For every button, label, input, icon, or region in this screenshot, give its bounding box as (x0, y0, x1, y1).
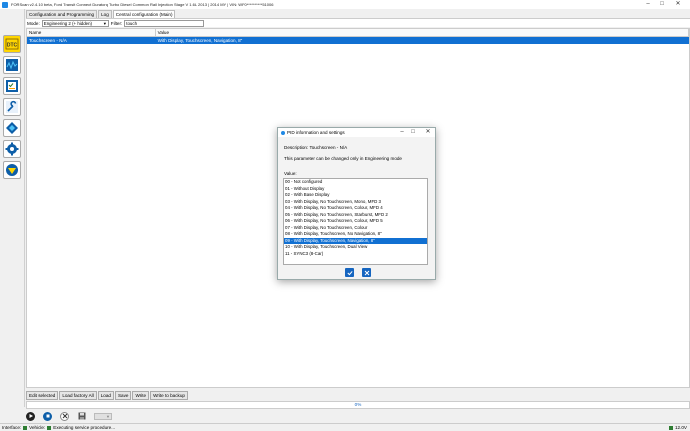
dtc-icon: DTC (5, 38, 19, 50)
filter-label: Filter: (110, 20, 123, 26)
write-button[interactable]: Write (132, 391, 150, 400)
module-icon (6, 122, 18, 134)
play-button[interactable] (26, 411, 35, 421)
load-button[interactable]: Load (97, 391, 114, 400)
save-log-button[interactable] (77, 412, 86, 421)
oscilloscope-button[interactable] (3, 56, 21, 74)
wrench-icon (6, 100, 18, 113)
dialog-maximize-icon[interactable]: □ (407, 128, 419, 137)
chevron-down-icon: ▼ (102, 20, 107, 26)
window-title: FORScan v2.4.10 beta, Ford Transit Conne… (11, 2, 274, 7)
chevron-down-icon: ▼ (106, 413, 110, 419)
dialog-close-icon[interactable]: ✕ (422, 128, 434, 137)
settings-button[interactable] (3, 140, 21, 158)
app-icon (2, 1, 8, 8)
filter-input[interactable]: touch (124, 19, 205, 27)
edit-selected-button[interactable]: Edit selected (26, 391, 59, 400)
mode-label: Mode: (27, 20, 40, 26)
pid-settings-dialog: PID information and settings – □ ✕ Descr… (277, 127, 436, 280)
oscilloscope-icon (6, 59, 18, 71)
play-icon (29, 414, 33, 418)
tab-bar: Configuration and Programming Log Centra… (26, 10, 176, 18)
close-icon (62, 413, 67, 419)
load-factory-all-button[interactable]: Load factory All (59, 391, 97, 400)
stop-button[interactable] (43, 411, 52, 421)
ok-button[interactable] (345, 268, 354, 277)
dialog-note: This parameter can be changed only in En… (284, 156, 402, 161)
service-button[interactable] (3, 98, 21, 116)
battery-voltage: 12.0V (674, 425, 687, 430)
gear-icon (5, 142, 19, 156)
save-icon (78, 412, 85, 420)
ford-logo-icon (6, 164, 18, 176)
value-listbox[interactable]: 00 - Not configured 01 - Without Display 0… (283, 178, 428, 265)
config-toolbar: Mode: Engineering 2 (+ hidden) ▼ Filter:… (26, 18, 690, 27)
stop-icon (46, 414, 49, 418)
checklist-button[interactable] (3, 77, 21, 95)
checklist-icon (6, 80, 18, 92)
vehicle-label: Vehicle: (29, 425, 46, 430)
column-header-value[interactable]: Value (156, 29, 689, 36)
action-bar: Edit selected Load factory All Load Save… (26, 391, 189, 400)
sidebar: DTC (0, 9, 25, 407)
mode-select-value: Engineering 2 (+ hidden) (43, 20, 92, 26)
dtc-button[interactable]: DTC (3, 35, 21, 53)
cancel-button[interactable] (362, 268, 371, 277)
about-button[interactable] (3, 161, 21, 179)
cancel-icon (364, 270, 369, 275)
tab-configuration-and-programming[interactable]: Configuration and Programming (26, 10, 98, 18)
status-text: Executing service procedure... (53, 425, 116, 430)
vehicle-status-led (47, 425, 52, 430)
row-name-cell: Touchscreen - N/A (29, 38, 67, 43)
check-icon (346, 270, 353, 275)
minimize-icon[interactable]: – (642, 0, 654, 9)
value-label: Value: (284, 171, 297, 176)
dialog-title: PID information and settings (287, 130, 345, 135)
window-titlebar: FORScan v2.4.10 beta, Ford Transit Conne… (0, 0, 690, 9)
close-window-icon[interactable]: ✕ (672, 0, 684, 9)
disconnect-button[interactable] (60, 411, 69, 421)
step-select[interactable]: ▼ (94, 412, 112, 420)
maximize-icon[interactable]: □ (656, 0, 668, 9)
save-button[interactable]: Save (114, 391, 132, 400)
dialog-description: Description: Touchscreen - N/A (284, 145, 348, 150)
interface-status-led (23, 425, 28, 430)
status-bar: Interface: Vehicle: Executing service pr… (0, 423, 690, 431)
module-config-button[interactable] (3, 119, 21, 137)
tab-central-configuration[interactable]: Central configuration (Main) (112, 10, 176, 18)
table-header: Name Value (27, 29, 689, 37)
progress-bar: 0% (26, 401, 690, 409)
column-header-name[interactable]: Name (27, 29, 156, 36)
dialog-app-icon (281, 130, 285, 135)
svg-text:DTC: DTC (7, 43, 18, 49)
interface-label: Interface: (2, 425, 22, 430)
write-to-backup-button[interactable]: Write to backup (150, 391, 188, 400)
list-option[interactable]: 11 - SYNC3 (8-Car) (284, 251, 427, 258)
row-value-cell: With Display, Touchscreen, Navigation, 8… (157, 38, 243, 43)
mode-select[interactable]: Engineering 2 (+ hidden) ▼ (41, 19, 109, 27)
table-row[interactable]: Touchscreen - N/A With Display, Touchscr… (27, 37, 689, 44)
battery-status-led (668, 425, 673, 430)
bottom-controls: ▼ (26, 410, 112, 422)
tab-log[interactable]: Log (98, 10, 112, 18)
